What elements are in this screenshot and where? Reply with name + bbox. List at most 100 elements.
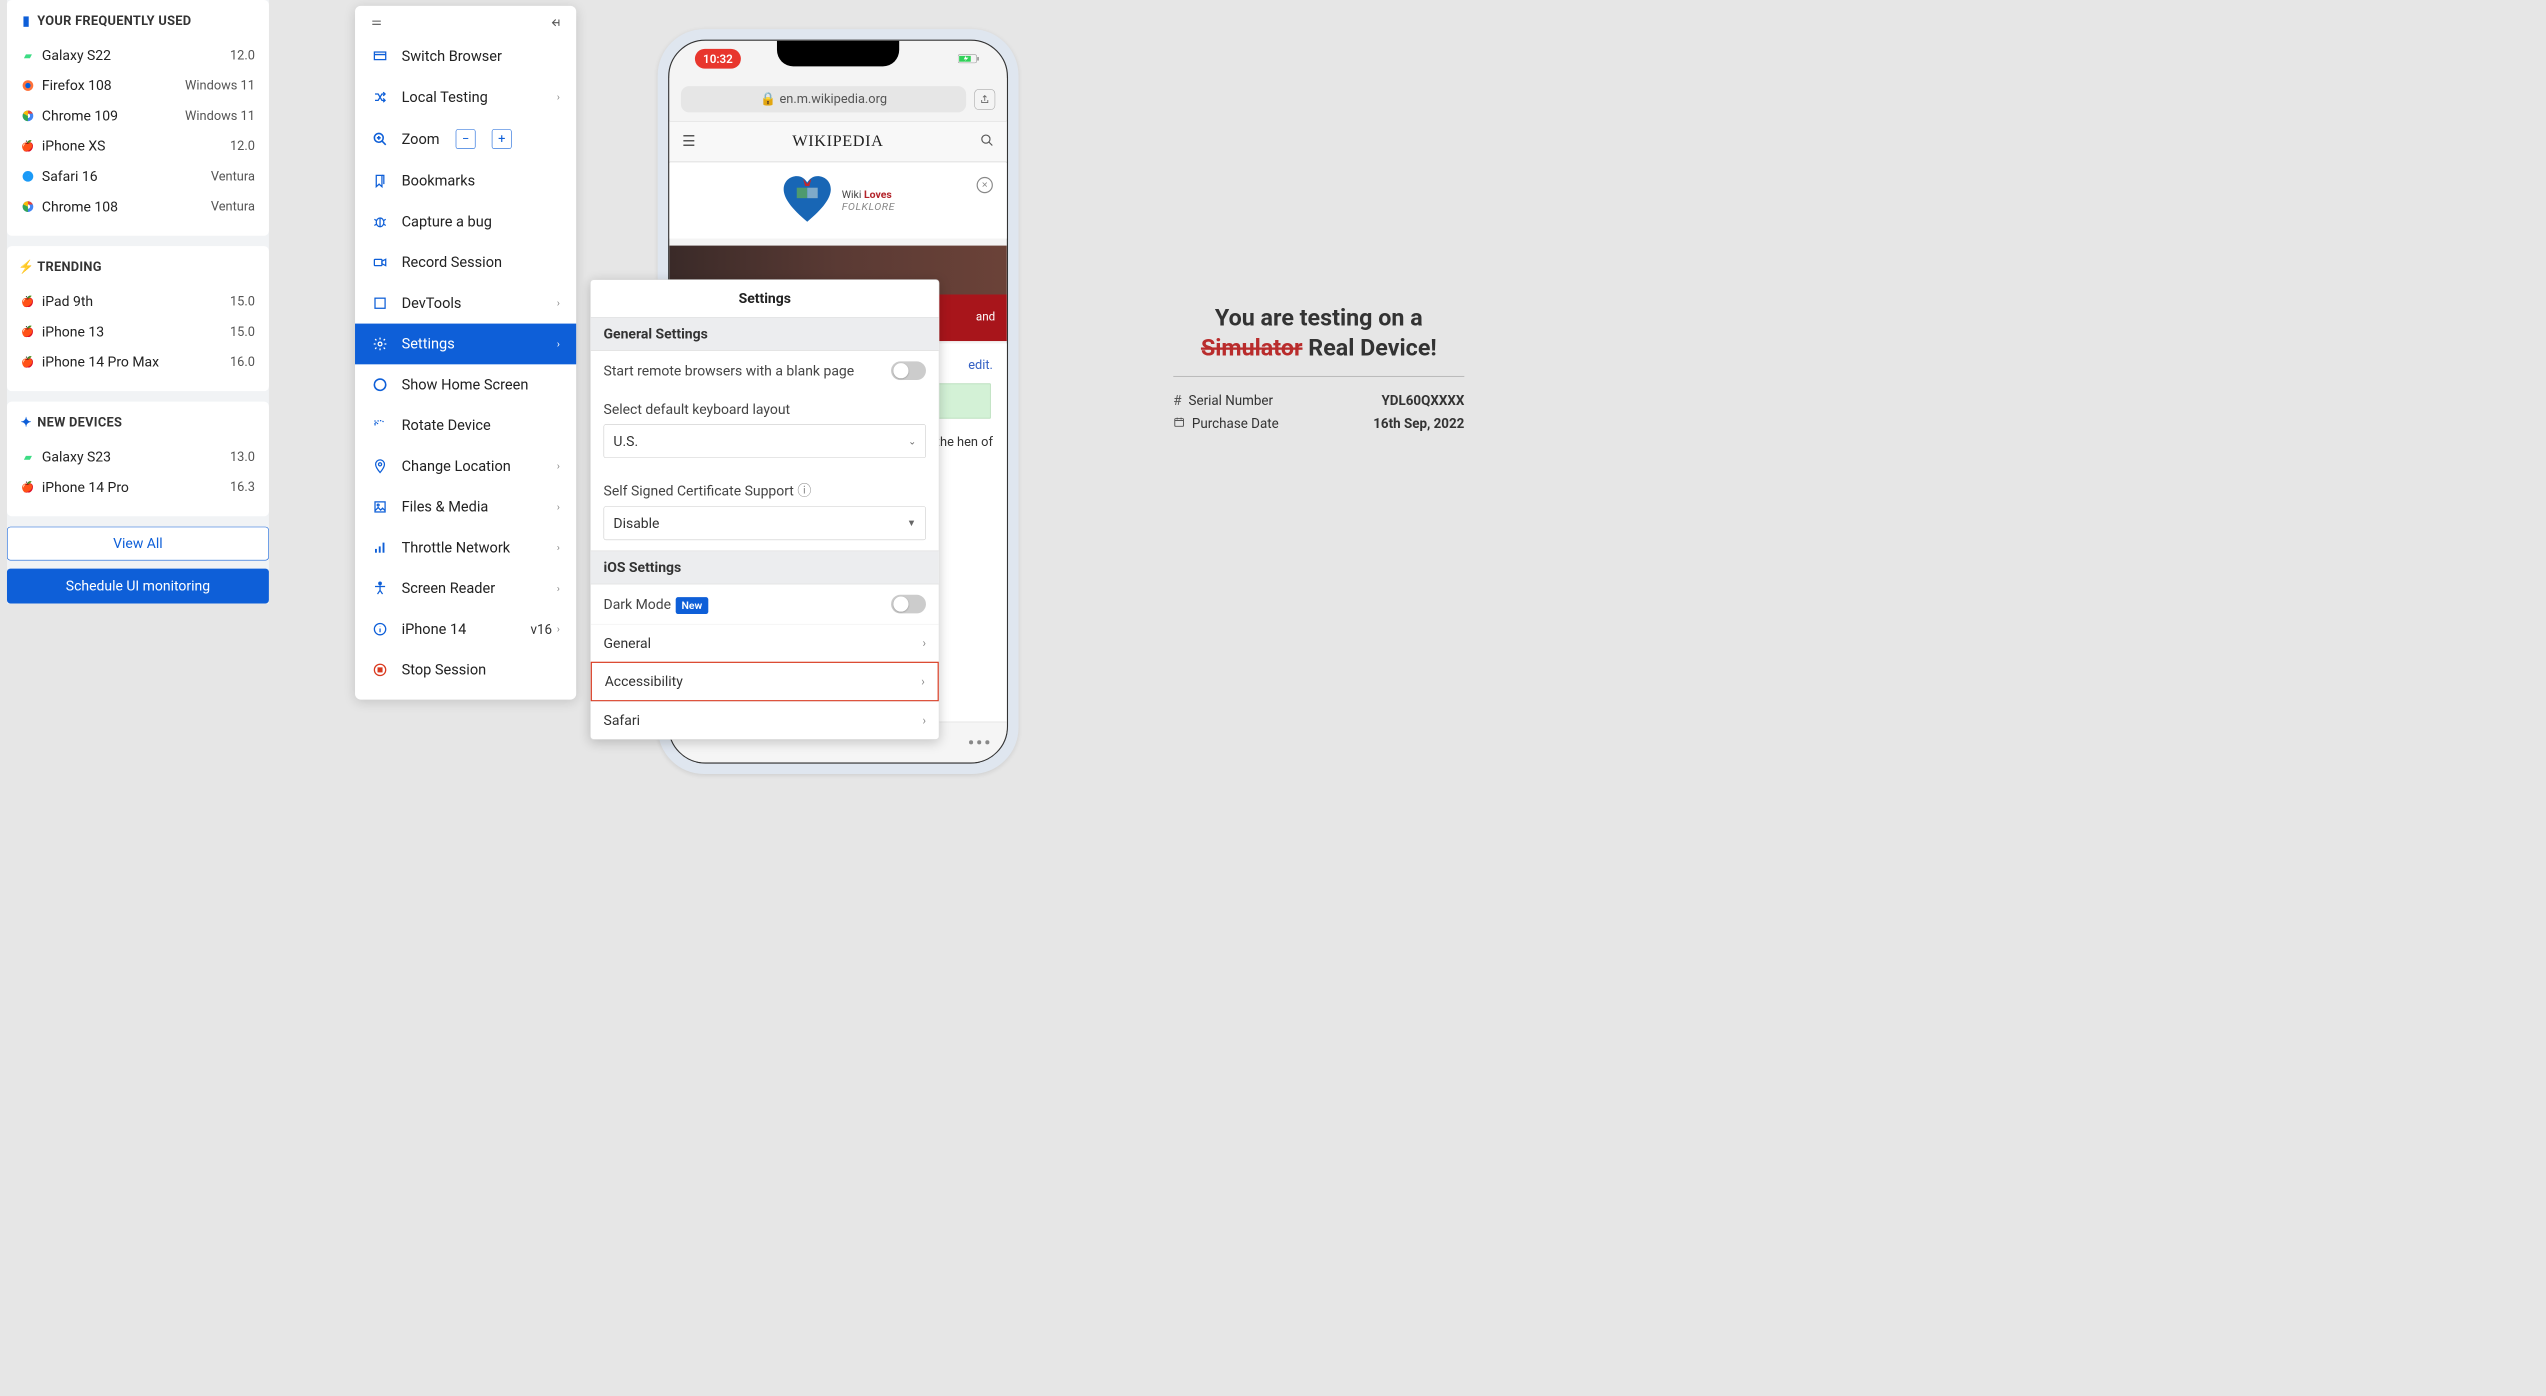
image-icon xyxy=(371,498,388,515)
safari-link[interactable]: Safari› xyxy=(591,701,939,739)
device-row[interactable]: Firefox 108Windows 11 xyxy=(21,70,255,100)
device-meta: 12.0 xyxy=(230,48,255,63)
settings-title: Settings xyxy=(591,280,939,317)
toolbar-label: Throttle Network xyxy=(402,539,511,556)
apple-icon: 🍎 xyxy=(21,355,35,369)
chevron-right-icon: › xyxy=(557,501,560,513)
toolbar-label: iPhone 14 xyxy=(402,621,467,638)
chrome-icon xyxy=(21,109,35,123)
device-info-item[interactable]: iPhone 14 v16› xyxy=(355,609,576,650)
android-icon: ▰ xyxy=(21,48,35,62)
chevron-right-icon: › xyxy=(922,636,926,650)
shuffle-icon xyxy=(371,88,388,105)
url-text: en.m.wikipedia.org xyxy=(779,92,887,107)
wiki-banner[interactable]: Wiki Loves FOLKLORE ✕ xyxy=(669,163,1007,239)
info-icon[interactable]: ⓘ xyxy=(797,482,811,498)
keyboard-row: Select default keyboard layout U.S.⌄ xyxy=(591,391,939,469)
bars-icon xyxy=(371,539,388,556)
device-row[interactable]: 🍎iPhone 1315.0 xyxy=(21,317,255,347)
device-meta: 12.0 xyxy=(230,139,255,154)
settings-panel: Settings General Settings Start remote b… xyxy=(590,279,939,739)
collapse-icon[interactable] xyxy=(547,16,562,31)
device-version: v16› xyxy=(531,621,560,637)
toolbar-label: Files & Media xyxy=(402,498,489,515)
keyboard-value: U.S. xyxy=(613,433,638,449)
throttle-network-item[interactable]: Throttle Network› xyxy=(355,527,576,568)
device-meta: Ventura xyxy=(211,169,255,184)
bookmarks-item[interactable]: Bookmarks xyxy=(355,161,576,202)
cert-select[interactable]: Disable▼ xyxy=(604,506,926,540)
zoom-in-button[interactable]: + xyxy=(492,129,512,149)
url-field[interactable]: 🔒 en.m.wikipedia.org xyxy=(681,86,966,112)
device-name: iPad 9th xyxy=(42,293,93,309)
phone-notch xyxy=(777,41,899,67)
stop-session-item[interactable]: Stop Session xyxy=(355,650,576,691)
safari-icon xyxy=(21,169,35,183)
chevron-right-icon: › xyxy=(921,675,925,689)
capture-bug-item[interactable]: Capture a bug xyxy=(355,201,576,242)
banner-text: Wiki Loves FOLKLORE xyxy=(842,189,895,213)
calendar-icon xyxy=(1173,416,1185,432)
device-row[interactable]: Chrome 109Windows 11 xyxy=(21,101,255,131)
drag-handle-icon[interactable] xyxy=(369,16,384,31)
battery-icon xyxy=(958,49,981,69)
toolbar-label: Capture a bug xyxy=(402,213,492,230)
accessibility-link[interactable]: Accessibility› xyxy=(591,662,939,702)
puzzle-heart-icon xyxy=(781,175,833,227)
chevron-right-icon: › xyxy=(557,338,560,350)
info-icon xyxy=(371,620,388,637)
record-session-item[interactable]: Record Session xyxy=(355,242,576,283)
device-row[interactable]: Chrome 108Ventura xyxy=(21,191,255,221)
device-row[interactable]: ▰Galaxy S2313.0 xyxy=(21,442,255,472)
wikipedia-logo[interactable]: WIKIPEDIA xyxy=(792,132,883,151)
device-meta: 16.3 xyxy=(230,480,255,495)
stop-icon xyxy=(371,661,388,678)
info-title: You are testing on a Simulator Real Devi… xyxy=(1173,303,1464,364)
toolbar-label: Switch Browser xyxy=(402,48,502,65)
device-row[interactable]: 🍎iPhone 14 Pro16.3 xyxy=(21,472,255,502)
share-icon[interactable] xyxy=(974,89,995,110)
blank-page-toggle[interactable] xyxy=(891,361,926,380)
files-media-item[interactable]: Files & Media › xyxy=(355,487,576,528)
device-name: iPhone 14 Pro Max xyxy=(42,354,159,370)
trending-card: ⚡ TRENDING 🍎iPad 9th15.0 🍎iPhone 1315.0 … xyxy=(7,246,269,391)
local-testing-item[interactable]: Local Testing› xyxy=(355,77,576,118)
schedule-monitoring-button[interactable]: Schedule UI monitoring xyxy=(7,569,269,604)
zoom-icon xyxy=(371,130,388,147)
device-row[interactable]: Safari 16 Ventura xyxy=(21,161,255,191)
dark-mode-toggle[interactable] xyxy=(891,595,926,614)
chevron-right-icon: › xyxy=(557,297,560,309)
device-name: Safari 16 xyxy=(42,168,98,184)
device-row[interactable]: 🍎iPad 9th15.0 xyxy=(21,286,255,316)
settings-item[interactable]: Settings› xyxy=(355,324,576,365)
hamburger-icon[interactable]: ☰ xyxy=(682,133,696,150)
device-row[interactable]: ▰Galaxy S2212.0 xyxy=(21,40,255,70)
search-icon[interactable] xyxy=(980,133,994,149)
devtools-item[interactable]: DevTools › xyxy=(355,283,576,324)
edit-link[interactable]: edit. xyxy=(968,358,993,373)
switch-browser-item[interactable]: Switch Browser xyxy=(355,36,576,77)
more-icon[interactable] xyxy=(969,740,989,744)
toolbar-label: Record Session xyxy=(402,254,502,271)
home-screen-item[interactable]: Show Home Screen xyxy=(355,364,576,405)
keyboard-select[interactable]: U.S.⌄ xyxy=(604,424,926,458)
apple-icon: 🍎 xyxy=(21,480,35,494)
view-all-button[interactable]: View All xyxy=(7,527,269,561)
zoom-out-button[interactable]: − xyxy=(456,129,476,149)
screen-reader-item[interactable]: Screen Reader› xyxy=(355,568,576,609)
rotate-device-item[interactable]: Rotate Device xyxy=(355,405,576,446)
device-row[interactable]: 🍎iPhone XS12.0 xyxy=(21,131,255,161)
trending-header: ⚡ TRENDING xyxy=(21,260,255,275)
device-row[interactable]: 🍎iPhone 14 Pro Max16.0 xyxy=(21,347,255,377)
toolbar-top-bar xyxy=(355,6,576,36)
toolbar-label: Local Testing xyxy=(402,89,488,106)
close-banner-icon[interactable]: ✕ xyxy=(977,177,993,193)
toolbar-label: Show Home Screen xyxy=(402,376,529,393)
device-sidebar: ▮ YOUR FREQUENTLY USED ▰Galaxy S2212.0 F… xyxy=(7,0,269,604)
browser-icon xyxy=(371,48,388,65)
change-location-item[interactable]: Change Location› xyxy=(355,446,576,487)
toolbar-label: DevTools xyxy=(402,295,462,312)
device-meta: Ventura xyxy=(211,199,255,214)
serial-value: YDL60QXXXX xyxy=(1382,393,1465,409)
general-link[interactable]: General› xyxy=(591,624,939,662)
